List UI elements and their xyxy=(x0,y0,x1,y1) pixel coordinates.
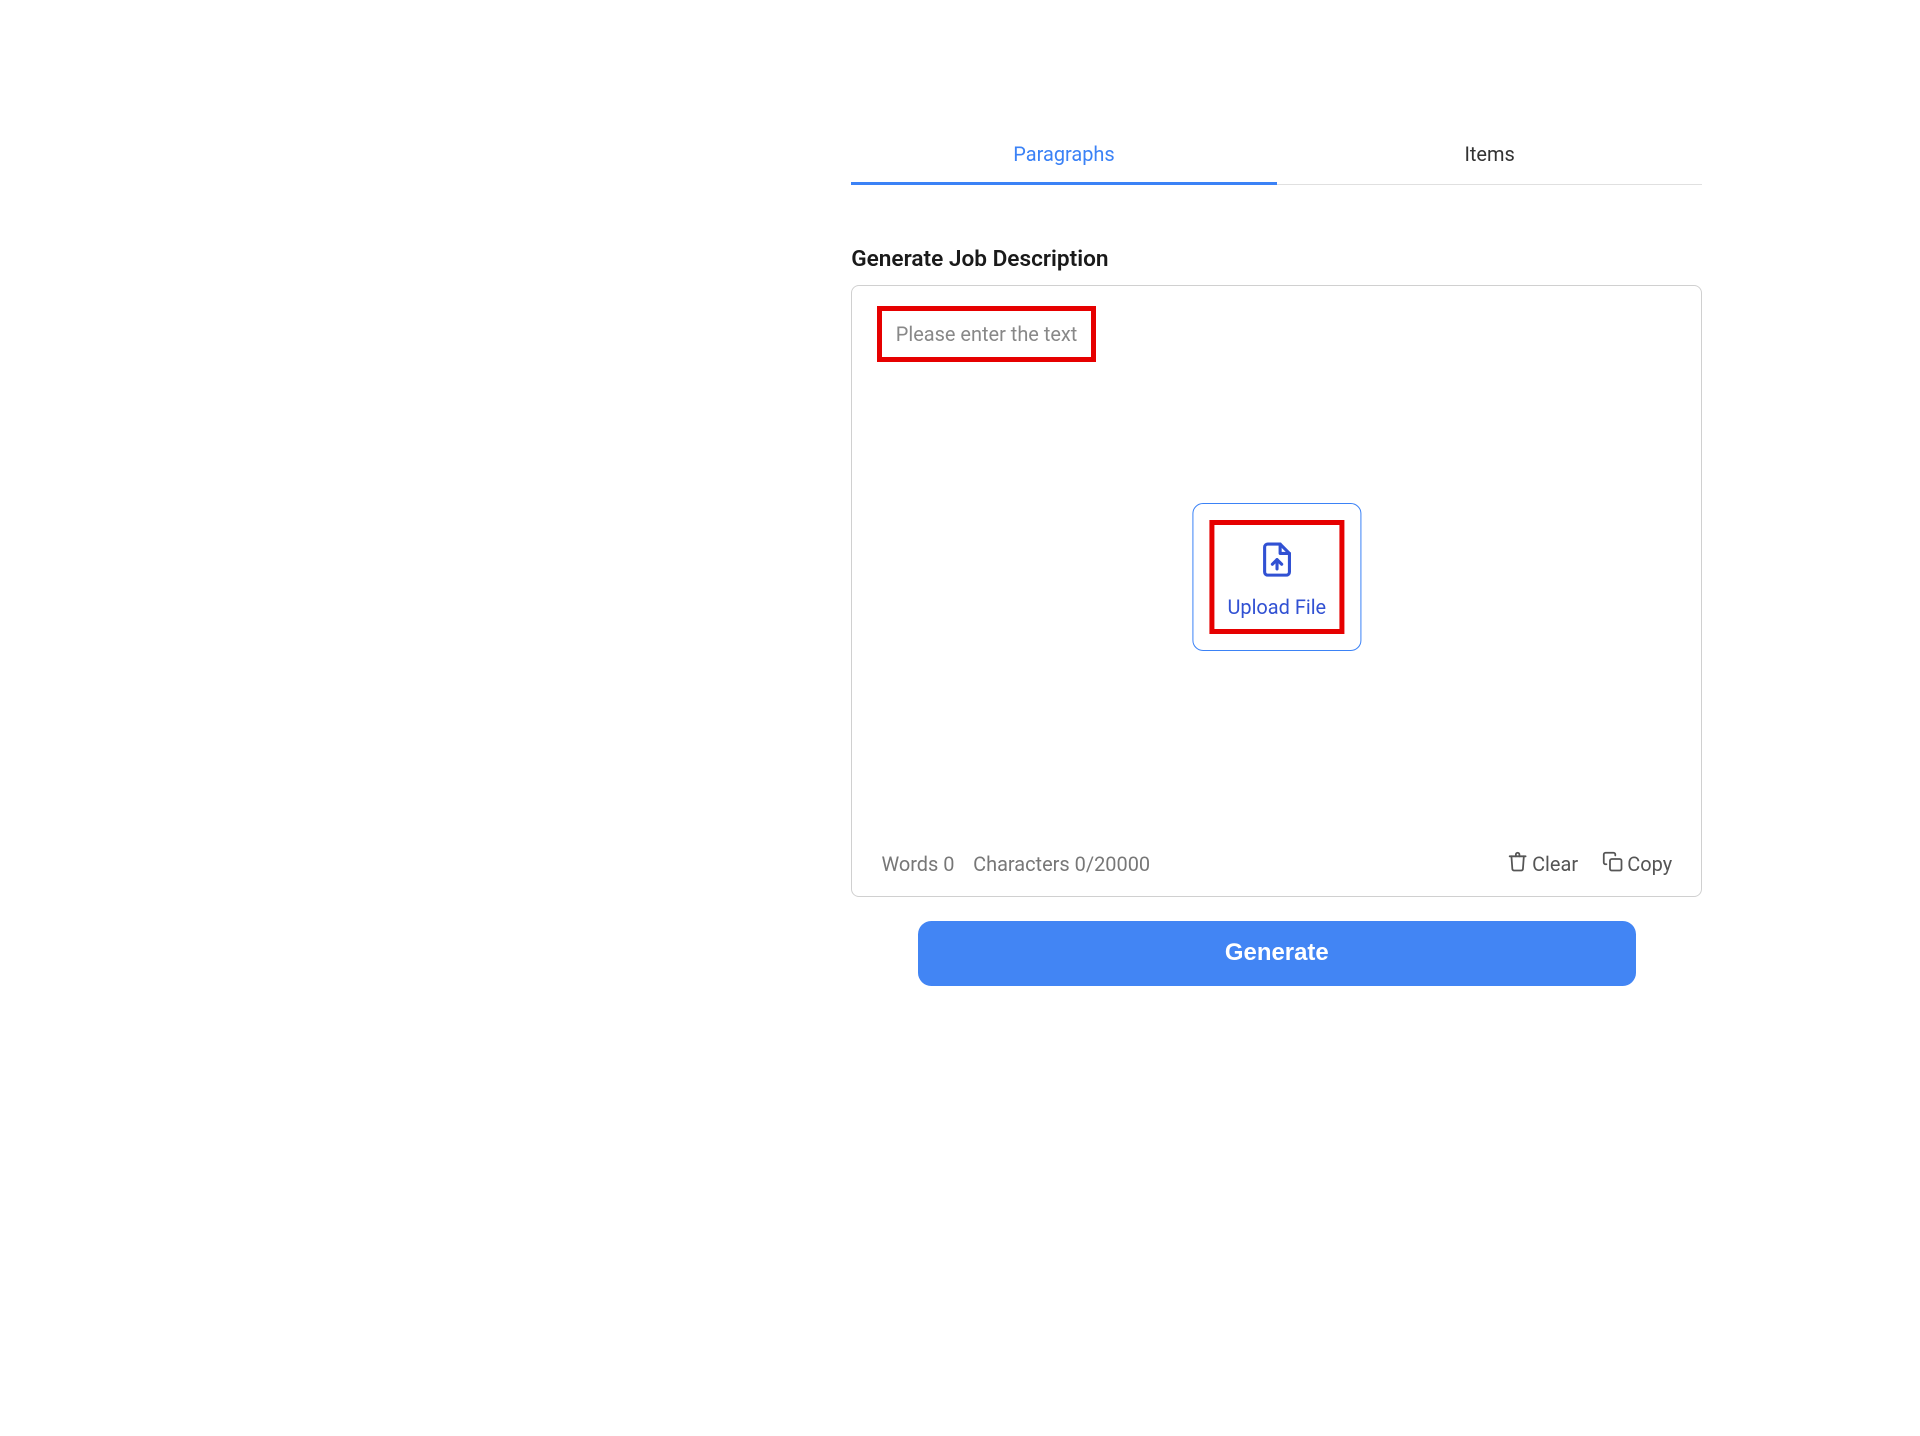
words-count: Words 0 xyxy=(881,852,954,876)
section-title: Generate Job Description xyxy=(851,245,1702,272)
characters-count: Characters 0/20000 xyxy=(973,852,1150,876)
upload-file-label: Upload File xyxy=(1227,595,1326,619)
copy-label: Copy xyxy=(1627,852,1672,876)
tab-paragraphs[interactable]: Paragraphs xyxy=(851,126,1277,185)
clear-label: Clear xyxy=(1532,852,1578,876)
placeholder-highlight: Please enter the text xyxy=(877,306,1095,362)
text-input-area[interactable]: Please enter the text Upload File Word xyxy=(851,285,1702,897)
upload-highlight: Upload File xyxy=(1209,520,1344,634)
tabs-bar: Paragraphs Items xyxy=(851,126,1702,185)
copy-button[interactable]: Copy xyxy=(1602,851,1672,877)
generate-button[interactable]: Generate xyxy=(918,921,1636,986)
tab-items[interactable]: Items xyxy=(1277,126,1703,184)
upload-file-button[interactable]: Upload File xyxy=(1192,503,1361,651)
input-placeholder: Please enter the text xyxy=(896,322,1078,346)
copy-icon xyxy=(1602,851,1623,877)
upload-file-icon xyxy=(1258,541,1295,584)
clear-button[interactable]: Clear xyxy=(1507,851,1578,877)
trash-icon xyxy=(1507,851,1528,877)
